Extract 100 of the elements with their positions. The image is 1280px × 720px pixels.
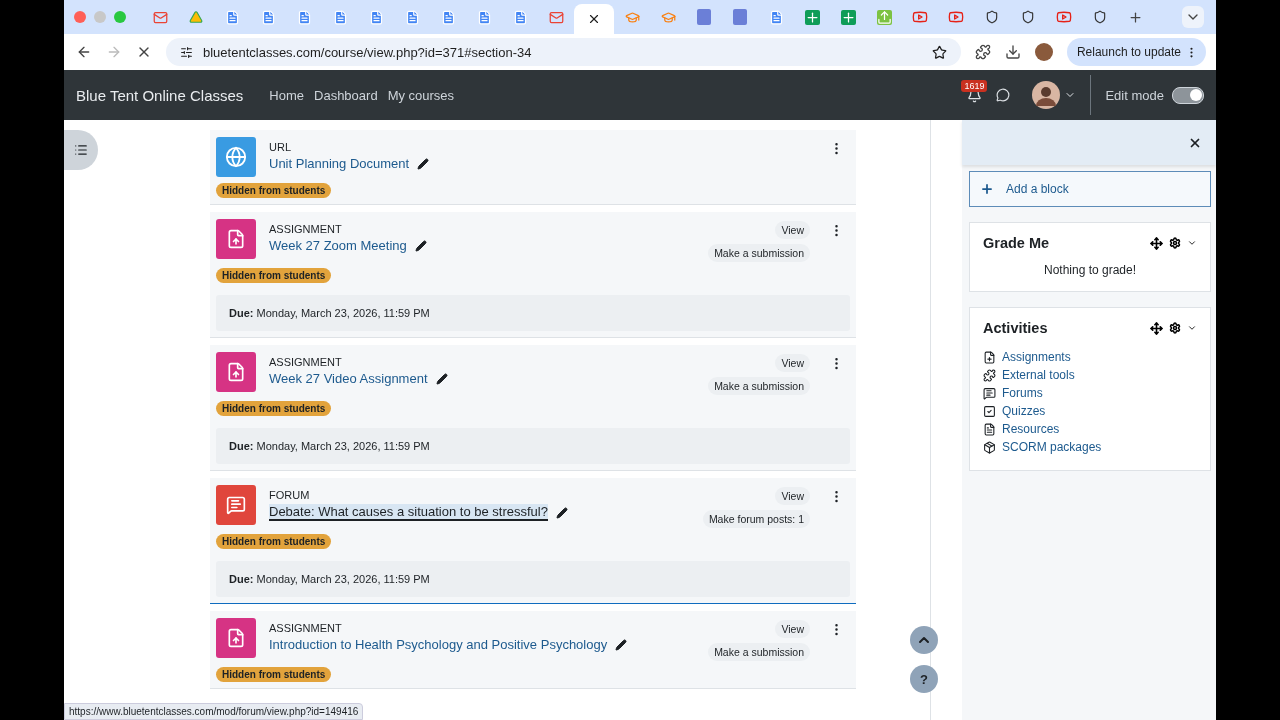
edit-icon[interactable] [615, 638, 628, 651]
scroll-top-button[interactable] [910, 626, 938, 654]
mail-icon [548, 9, 564, 25]
tab-search-icon[interactable] [1182, 6, 1204, 28]
block-message: Nothing to grade! [1042, 263, 1138, 277]
activity-link[interactable]: Introduction to Health Psychology and Positive Psychology [269, 637, 608, 652]
view-button[interactable]: View [775, 620, 810, 638]
completion-button[interactable]: Make a submission [708, 244, 810, 262]
activity-type-link[interactable]: Resources [1002, 422, 1060, 436]
address-bar[interactable]: bluetentclasses.com/course/view.php?id=371#section-34 [166, 38, 961, 66]
settings-icon[interactable] [1169, 237, 1181, 249]
upload-icon [876, 9, 892, 25]
add-block-button[interactable]: Add a block [969, 171, 1211, 207]
checkbox-icon [983, 404, 996, 418]
triangle-icon [189, 10, 203, 24]
shield-icon [985, 10, 999, 24]
file-upload-icon [226, 362, 246, 382]
back-icon[interactable] [76, 44, 92, 60]
due-date: Due: Monday, March 23, 2026, 11:59 PM [216, 428, 850, 464]
speech-bubble-icon [983, 386, 996, 400]
edit-mode-switch[interactable] [1172, 86, 1204, 104]
document-icon [224, 9, 240, 25]
completion-button[interactable]: Make a submission [708, 643, 810, 661]
mail-icon [152, 9, 168, 25]
caret-icon[interactable] [1187, 323, 1197, 333]
activity-type-link[interactable]: External tools [1002, 368, 1075, 382]
nav-link[interactable]: Home [269, 87, 304, 103]
activity-type-link[interactable]: Forums [1002, 386, 1043, 400]
file-upload-icon [226, 229, 246, 249]
plus-icon [980, 182, 994, 196]
new-tab-icon[interactable] [1128, 9, 1143, 25]
puzzle-icon [983, 368, 996, 382]
document-icon [983, 422, 996, 436]
activity-type: ASSIGNMENT [269, 223, 343, 235]
document-icon [440, 9, 456, 25]
edit-icon[interactable] [435, 372, 448, 385]
block-title: Activities [983, 320, 1048, 336]
activity-type-link[interactable]: Assignments [1002, 350, 1071, 364]
activity-type: URL [269, 141, 292, 153]
close-window-button[interactable] [74, 11, 86, 23]
due-date: Due: Monday, March 23, 2026, 11:59 PM [216, 295, 850, 331]
edit-icon[interactable] [555, 506, 568, 519]
document-icon [512, 9, 528, 25]
site-name[interactable]: Blue Tent Online Classes [76, 86, 244, 104]
activity-link[interactable]: Week 27 Video Assignment [269, 371, 428, 386]
view-button[interactable]: View [775, 354, 810, 372]
plus-icon [840, 9, 856, 25]
site-info-icon[interactable] [180, 45, 193, 59]
plus-icon [804, 9, 820, 25]
visibility-badge: Hidden from students [216, 667, 332, 682]
move-icon[interactable] [1150, 321, 1163, 335]
visibility-badge: Hidden from students [216, 268, 332, 283]
document-icon [368, 9, 384, 25]
view-button[interactable]: View [775, 487, 810, 505]
view-button[interactable]: View [775, 221, 810, 239]
status-url: https://www.bluetentclasses.com/mod/forum/view.php?id=149416 [64, 703, 364, 720]
activity-type: FORUM [269, 489, 311, 501]
video-icon [912, 9, 928, 25]
nav-link[interactable]: My courses [387, 87, 455, 103]
speech-bubble-icon [226, 495, 246, 515]
course-index-button[interactable] [64, 130, 98, 170]
file-upload-icon [226, 628, 246, 648]
move-icon[interactable] [1150, 236, 1163, 250]
video-icon [1056, 9, 1072, 25]
file-icon [983, 350, 996, 364]
settings-icon[interactable] [1169, 322, 1181, 334]
messages-icon[interactable] [996, 88, 1011, 102]
edit-icon[interactable] [414, 239, 427, 252]
document-icon [332, 9, 348, 25]
completion-button[interactable]: Make a submission [708, 377, 810, 395]
activity-type-link[interactable]: Quizzes [1002, 404, 1046, 418]
caret-icon[interactable] [1187, 238, 1197, 248]
square-icon [733, 9, 747, 25]
extensions-icon[interactable] [974, 44, 991, 60]
relaunch-button[interactable]: Relaunch to update [1066, 38, 1206, 66]
user-avatar[interactable] [1032, 81, 1061, 109]
globe-icon [225, 146, 247, 168]
document-icon [476, 9, 492, 25]
activity-link[interactable]: Debate: What causes a situation to be stressful? [269, 504, 548, 521]
visibility-badge: Hidden from students [216, 183, 332, 198]
activity-type: ASSIGNMENT [269, 622, 343, 634]
activity-type-link[interactable]: SCORM packages [1002, 440, 1102, 454]
shield-icon [1021, 10, 1035, 24]
cap-icon [624, 9, 640, 25]
document-icon [296, 9, 312, 25]
list-icon [74, 143, 88, 157]
visibility-badge: Hidden from students [216, 534, 332, 549]
close-icon[interactable] [587, 12, 601, 26]
help-button[interactable]: ? [910, 665, 938, 693]
profile-avatar[interactable] [1034, 43, 1053, 61]
activity-link[interactable]: Unit Planning Document [269, 156, 410, 171]
bookmark-icon[interactable] [931, 44, 947, 60]
package-icon [983, 440, 996, 454]
completion-button[interactable]: Make forum posts: 1 [702, 510, 810, 528]
edit-icon[interactable] [417, 157, 430, 170]
nav-link[interactable]: Dashboard [314, 87, 378, 103]
activity-link[interactable]: Week 27 Zoom Meeting [269, 238, 407, 253]
visibility-badge: Hidden from students [216, 401, 332, 416]
document-icon [260, 9, 276, 25]
download-icon[interactable] [1004, 44, 1021, 60]
